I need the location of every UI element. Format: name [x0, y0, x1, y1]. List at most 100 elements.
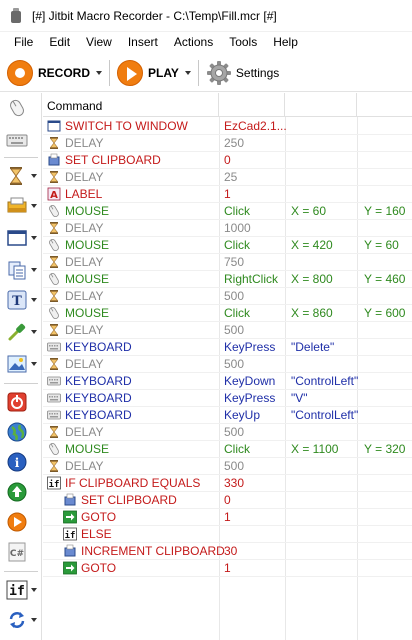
clipboard-icon — [48, 153, 60, 166]
menu-edit[interactable]: Edit — [41, 32, 78, 52]
table-row[interactable]: GOTO 1 — [43, 560, 412, 577]
insert-csharp-button[interactable]: C# — [0, 537, 42, 567]
table-row[interactable]: KEYBOARD KeyUp "ControlLeft" — [43, 407, 412, 424]
palette-separator — [4, 571, 38, 572]
column-header-param2[interactable] — [285, 93, 357, 117]
insert-web-button[interactable] — [0, 417, 42, 447]
pixel-dropdown-icon[interactable] — [31, 330, 37, 334]
delay-dropdown-icon[interactable] — [31, 174, 37, 178]
table-row[interactable]: MOUSE Click X = 60 Y = 160 — [43, 203, 412, 220]
table-row[interactable]: DELAY 1000 — [43, 220, 412, 237]
insert-run-macro-button[interactable] — [0, 507, 42, 537]
toolbar-separator — [197, 59, 199, 86]
insert-keyboard-button[interactable] — [0, 125, 42, 155]
table-row[interactable]: if ELSE — [43, 526, 412, 543]
row-param1: 1000 — [224, 221, 251, 235]
table-row[interactable]: SET CLIPBOARD 0 — [43, 152, 412, 169]
table-row[interactable]: MOUSE RightClick X = 800 Y = 460 — [43, 271, 412, 288]
svg-text:if: if — [9, 584, 25, 599]
record-button[interactable]: RECORD — [4, 57, 105, 89]
table-row[interactable]: DELAY 250 — [43, 135, 412, 152]
menu-help[interactable]: Help — [265, 32, 306, 52]
insert-copy-button[interactable] — [0, 255, 42, 285]
row-command: IF CLIPBOARD EQUALS — [65, 476, 201, 490]
insert-delay-button[interactable] — [0, 161, 42, 191]
row-param1: 30 — [224, 544, 238, 558]
play-dropdown-icon[interactable] — [184, 70, 191, 75]
insert-pixel-color-button[interactable] — [0, 317, 42, 347]
play-button[interactable]: PLAY — [114, 57, 194, 89]
insert-upload-button[interactable] — [0, 477, 42, 507]
column-header-command[interactable]: Command — [43, 93, 219, 117]
menu-actions[interactable]: Actions — [166, 32, 221, 52]
table-row[interactable]: SET CLIPBOARD 0 — [43, 492, 412, 509]
command-grid[interactable]: Command SWITCH TO WINDOW EzCad2.1... DELAY… — [43, 93, 412, 640]
toolbar-separator — [109, 59, 111, 86]
insert-message-button[interactable]: i — [0, 447, 42, 477]
info-icon: i — [7, 452, 27, 472]
row-param2: X = 800 — [291, 272, 333, 286]
table-row[interactable]: MOUSE Click X = 1100 Y = 320 — [43, 441, 412, 458]
row-param1: 1 — [224, 510, 231, 524]
svg-text:if: if — [49, 479, 60, 490]
table-row[interactable]: A LABEL 1 — [43, 186, 412, 203]
table-row[interactable]: DELAY 25 — [43, 169, 412, 186]
insert-image-button[interactable] — [0, 349, 42, 379]
table-row[interactable]: DELAY 500 — [43, 458, 412, 475]
row-param1: EzCad2.1... — [224, 119, 287, 133]
insert-text-button[interactable]: T — [0, 285, 42, 315]
table-row[interactable]: KEYBOARD KeyPress "Delete" — [43, 339, 412, 356]
play-icon — [117, 59, 144, 86]
mouse-icon — [49, 273, 59, 285]
goto-icon — [63, 510, 77, 524]
table-row[interactable]: MOUSE Click X = 420 Y = 60 — [43, 237, 412, 254]
hourglass-icon — [10, 167, 22, 185]
insert-clipboard-button[interactable] — [0, 191, 42, 221]
app-icon — [8, 7, 24, 24]
mouse-icon — [49, 307, 59, 319]
table-row[interactable]: KEYBOARD KeyDown "ControlLeft" — [43, 373, 412, 390]
table-row[interactable]: DELAY 500 — [43, 322, 412, 339]
row-command: KEYBOARD — [65, 408, 132, 422]
table-row[interactable]: DELAY 500 — [43, 356, 412, 373]
menu-tools[interactable]: Tools — [221, 32, 265, 52]
insert-stop-button[interactable] — [0, 387, 42, 417]
table-row[interactable]: if IF CLIPBOARD EQUALS 330 — [43, 475, 412, 492]
text-dropdown-icon[interactable] — [31, 298, 37, 302]
window-dropdown-icon[interactable] — [31, 236, 37, 240]
table-row[interactable]: SWITCH TO WINDOW EzCad2.1... — [43, 118, 412, 135]
menu-file[interactable]: File — [6, 32, 41, 52]
eyedropper-icon — [8, 323, 26, 341]
insert-loop-button[interactable] — [0, 605, 42, 635]
image-dropdown-icon[interactable] — [31, 362, 37, 366]
loop-dropdown-icon[interactable] — [31, 618, 37, 622]
menu-view[interactable]: View — [78, 32, 120, 52]
row-param1: 330 — [224, 476, 245, 490]
gear-icon — [206, 60, 231, 85]
table-row[interactable]: DELAY 500 — [43, 288, 412, 305]
clipboard-dropdown-icon[interactable] — [31, 204, 37, 208]
row-param1: 25 — [224, 170, 238, 184]
settings-button[interactable]: Settings — [203, 57, 282, 89]
insert-if-button[interactable]: if — [0, 575, 42, 605]
table-row[interactable]: MOUSE Click X = 860 Y = 600 — [43, 305, 412, 322]
row-command: DELAY — [65, 170, 104, 184]
table-row[interactable]: DELAY 750 — [43, 254, 412, 271]
table-row[interactable]: INCREMENT CLIPBOARD 30 — [43, 543, 412, 560]
palette-separator — [4, 383, 38, 384]
menu-insert[interactable]: Insert — [120, 32, 166, 52]
copy-dropdown-icon[interactable] — [31, 268, 37, 272]
table-row[interactable]: DELAY 500 — [43, 424, 412, 441]
record-dropdown-icon[interactable] — [96, 70, 103, 75]
row-command: GOTO — [81, 510, 117, 524]
row-param1: 1 — [224, 561, 231, 575]
column-header-param3[interactable] — [357, 93, 412, 117]
table-row[interactable]: GOTO 1 — [43, 509, 412, 526]
row-command: ELSE — [81, 527, 112, 541]
row-param2: "ControlLeft" — [291, 374, 359, 388]
if-dropdown-icon[interactable] — [31, 588, 37, 592]
table-row[interactable]: KEYBOARD KeyPress "V" — [43, 390, 412, 407]
insert-window-button[interactable] — [0, 223, 42, 253]
column-header-param1[interactable] — [219, 93, 285, 117]
insert-mouse-button[interactable] — [0, 93, 42, 123]
